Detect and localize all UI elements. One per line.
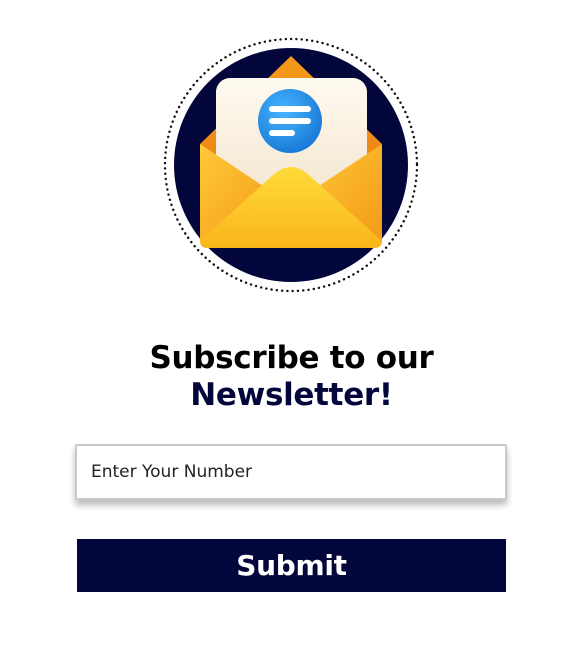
message-lines-icon — [258, 89, 322, 153]
submit-button[interactable]: Submit — [77, 539, 506, 592]
phone-input-container — [75, 444, 507, 500]
newsletter-heading: Subscribe to our Newsletter! — [0, 340, 583, 414]
heading-line-1: Subscribe to our — [149, 340, 434, 376]
open-envelope-icon — [163, 37, 419, 293]
phone-number-input[interactable] — [77, 446, 505, 498]
heading-line-2: Newsletter! — [190, 377, 393, 413]
newsletter-hero — [162, 36, 420, 294]
